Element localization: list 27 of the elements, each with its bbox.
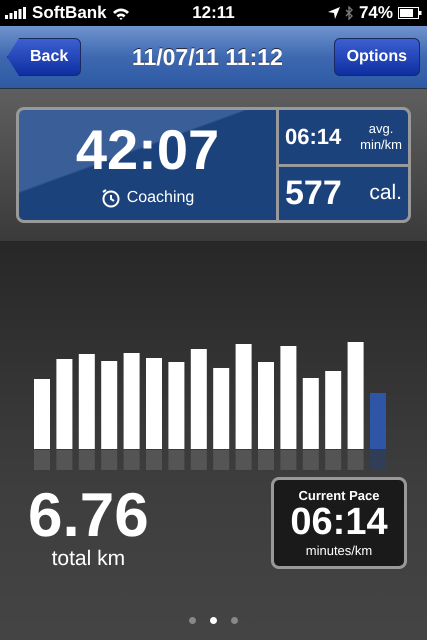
distance-value: 6.76 xyxy=(28,485,149,547)
duration-value: 42:07 xyxy=(76,122,220,178)
bluetooth-icon xyxy=(344,6,354,20)
current-pace-unit: minutes/km xyxy=(306,542,372,558)
calories-unit: cal. xyxy=(369,181,402,206)
page-dot[interactable] xyxy=(189,617,196,624)
wifi-icon xyxy=(112,6,130,20)
battery-percent: 74% xyxy=(358,3,393,23)
current-pace-value: 06:14 xyxy=(290,503,388,543)
signal-icon xyxy=(5,7,27,19)
avg-label: avg. xyxy=(368,121,394,137)
pace-unit: min/km xyxy=(360,136,402,152)
carrier-name: SoftBank xyxy=(32,3,107,23)
options-button[interactable]: Options xyxy=(334,38,420,76)
current-pace-title: Current Pace xyxy=(298,488,380,504)
calories-value: 577 xyxy=(285,174,342,213)
battery-icon xyxy=(398,7,422,19)
avg-pace-value: 06:14 xyxy=(285,124,342,150)
coaching-label: Coaching xyxy=(126,189,194,207)
stopwatch-icon xyxy=(100,188,121,208)
page-dot[interactable] xyxy=(210,617,217,624)
page-dot[interactable] xyxy=(231,617,238,624)
distance-label: total km xyxy=(52,547,126,571)
back-button[interactable]: Back xyxy=(7,38,82,76)
nav-title: 11/07/11 11:12 xyxy=(132,44,283,70)
location-arrow-icon xyxy=(328,7,340,19)
clock-time: 12:11 xyxy=(191,3,236,23)
